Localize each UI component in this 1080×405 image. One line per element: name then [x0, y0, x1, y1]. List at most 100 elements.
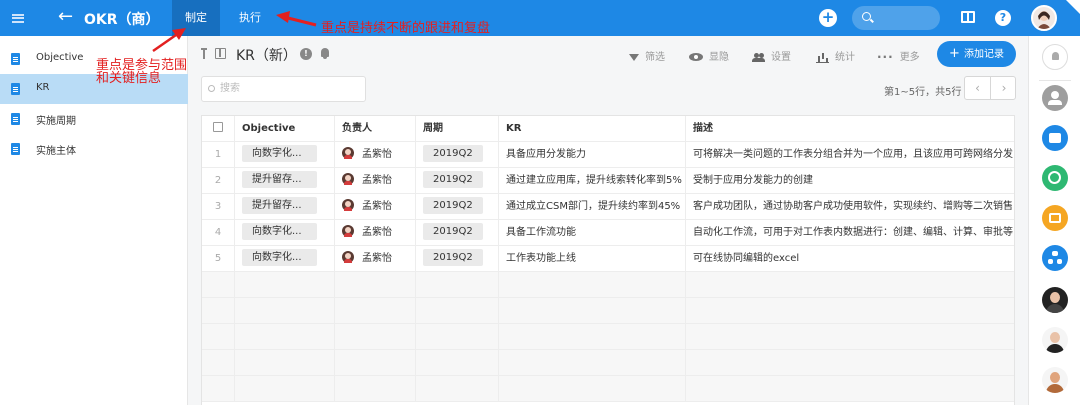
- period-chip[interactable]: 2019Q2: [423, 222, 483, 240]
- objective-chip[interactable]: 向数字化...: [242, 144, 317, 162]
- chat-icon[interactable]: [1042, 125, 1068, 151]
- avatar: [342, 199, 354, 211]
- objective-chip[interactable]: 向数字化...: [242, 222, 317, 240]
- table-row[interactable]: 1 向数字化... 孟紫怡 2019Q2 具备应用分发能力 可将解决一类问题的工…: [202, 142, 1014, 168]
- period-cell[interactable]: 2019Q2: [416, 246, 499, 272]
- column-header[interactable]: 周期: [416, 116, 499, 142]
- period-cell[interactable]: 2019Q2: [416, 220, 499, 246]
- objective-cell[interactable]: 向数字化...: [235, 220, 335, 246]
- tab-execute[interactable]: 执行: [236, 0, 264, 36]
- pager: ‹ ›: [964, 76, 1016, 100]
- column-header[interactable]: Objective: [235, 116, 335, 142]
- show-hide-label: 显隐: [709, 52, 729, 63]
- calendar-grid-icon[interactable]: [1042, 205, 1068, 231]
- owner-cell[interactable]: 孟紫怡: [335, 246, 416, 272]
- contact-avatar[interactable]: [1042, 327, 1068, 353]
- kr-cell[interactable]: 工作表功能上线: [499, 246, 686, 272]
- info-icon[interactable]: !: [300, 48, 312, 60]
- book-icon[interactable]: [961, 11, 975, 23]
- owner-cell[interactable]: 孟紫怡: [335, 142, 416, 168]
- show-hide-button[interactable]: 显隐: [689, 48, 729, 63]
- document-icon: [11, 53, 20, 65]
- settings-label: 设置: [771, 52, 791, 63]
- help-icon[interactable]: ?: [995, 10, 1011, 26]
- period-chip[interactable]: 2019Q2: [423, 196, 483, 214]
- settings-button[interactable]: 设置: [751, 48, 791, 63]
- add-record-button[interactable]: + 添加记录: [937, 41, 1016, 67]
- notification-bell-icon[interactable]: [1042, 44, 1068, 70]
- owner-cell[interactable]: 孟紫怡: [335, 168, 416, 194]
- stats-button[interactable]: 统计: [816, 48, 855, 63]
- desc-cell[interactable]: 自动化工作流，可用于对工作表内数据进行：创建、编辑、计算、审批等: [686, 220, 1014, 246]
- owner-cell[interactable]: 孟紫怡: [335, 194, 416, 220]
- kr-cell[interactable]: 具备工作流功能: [499, 220, 686, 246]
- divider: [1039, 80, 1071, 81]
- desc-cell[interactable]: 客户成功团队，通过协助客户成功使用软件，实现续约、增购等二次销售: [686, 194, 1014, 220]
- kr-cell[interactable]: 通过建立应用库，提升线索转化率到5%: [499, 168, 686, 194]
- checkmark-icon[interactable]: [1042, 165, 1068, 191]
- bell-icon[interactable]: [321, 48, 329, 59]
- period-chip[interactable]: 2019Q2: [423, 248, 483, 266]
- period-cell[interactable]: 2019Q2: [416, 168, 499, 194]
- document-icon: [11, 113, 20, 125]
- table-row[interactable]: 2 提升留存... 孟紫怡 2019Q2 通过建立应用库，提升线索转化率到5% …: [202, 168, 1014, 194]
- hamburger-menu-icon[interactable]: [0, 0, 36, 36]
- more-label: 更多: [899, 52, 920, 63]
- row-number: 4: [202, 220, 235, 246]
- kr-cell[interactable]: 具备应用分发能力: [499, 142, 686, 168]
- stats-label: 统计: [835, 52, 855, 63]
- table-row[interactable]: 5 向数字化... 孟紫怡 2019Q2 工作表功能上线 可在线协同编辑的exc…: [202, 246, 1014, 272]
- desc-cell[interactable]: 受制于应用分发能力的创建: [686, 168, 1014, 194]
- row-number: 2: [202, 168, 235, 194]
- select-all-checkbox[interactable]: [213, 122, 223, 132]
- period-cell[interactable]: 2019Q2: [416, 142, 499, 168]
- global-search-input[interactable]: [852, 6, 940, 30]
- period-cell[interactable]: 2019Q2: [416, 194, 499, 220]
- objective-cell[interactable]: 提升留存...: [235, 194, 335, 220]
- select-all-cell: [202, 116, 235, 142]
- pin-icon[interactable]: [201, 48, 207, 59]
- objective-cell[interactable]: 向数字化...: [235, 142, 335, 168]
- objective-chip[interactable]: 提升留存...: [242, 196, 317, 214]
- filter-icon: [629, 53, 639, 61]
- annotation-text-top: 重点是持续不断的跟进和复盘: [321, 21, 491, 36]
- table-row[interactable]: 4 向数字化... 孟紫怡 2019Q2 具备工作流功能 自动化工作流，可用于对…: [202, 220, 1014, 246]
- desc-cell[interactable]: 可将解决一类问题的工作表分组合并为一个应用，且该应用可跨网络分发: [686, 142, 1014, 168]
- corner-indicator: [1066, 0, 1080, 14]
- desc-cell[interactable]: 可在线协同编辑的excel: [686, 246, 1014, 272]
- contact-avatar[interactable]: [1042, 367, 1068, 393]
- period-chip[interactable]: 2019Q2: [423, 144, 483, 162]
- annotation-line: 和关键信息: [96, 71, 162, 86]
- more-button[interactable]: ··· 更多: [877, 48, 920, 64]
- plus-circle-icon[interactable]: +: [819, 9, 837, 27]
- chevron-left-icon[interactable]: ‹: [965, 77, 991, 99]
- period-chip[interactable]: 2019Q2: [423, 170, 483, 188]
- contact-avatar[interactable]: [1042, 287, 1068, 313]
- arrow-left-icon[interactable]: ←: [58, 6, 73, 28]
- search-input[interactable]: 搜索: [201, 76, 366, 102]
- objective-chip[interactable]: 向数字化...: [242, 248, 317, 266]
- column-header[interactable]: 负责人: [335, 116, 416, 142]
- owner-cell[interactable]: 孟紫怡: [335, 220, 416, 246]
- table-row[interactable]: 3 提升留存... 孟紫怡 2019Q2 通过成立CSM部门，提升续约率到45%…: [202, 194, 1014, 220]
- avatar: [342, 251, 354, 263]
- kr-cell[interactable]: 通过成立CSM部门，提升续约率到45%: [499, 194, 686, 220]
- column-header[interactable]: 描述: [686, 116, 1014, 142]
- sidebar-item-period[interactable]: 实施周期: [0, 104, 188, 134]
- search-icon: [862, 12, 871, 21]
- chevron-right-icon[interactable]: ›: [991, 77, 1017, 99]
- group-chat-icon[interactable]: [1042, 85, 1068, 111]
- objective-cell[interactable]: 向数字化...: [235, 246, 335, 272]
- column-header[interactable]: KR: [499, 116, 686, 142]
- users-icon: [751, 52, 765, 62]
- empty-row: [202, 298, 1014, 324]
- user-avatar[interactable]: [1031, 5, 1057, 31]
- objective-chip[interactable]: 提升留存...: [242, 170, 317, 188]
- row-number: 3: [202, 194, 235, 220]
- row-number: 5: [202, 246, 235, 272]
- sidebar-item-subject[interactable]: 实施主体: [0, 134, 188, 164]
- org-chart-icon[interactable]: [1042, 245, 1068, 271]
- objective-cell[interactable]: 提升留存...: [235, 168, 335, 194]
- sidebar-item-label: 实施周期: [36, 116, 76, 127]
- filter-button[interactable]: 筛选: [629, 48, 665, 63]
